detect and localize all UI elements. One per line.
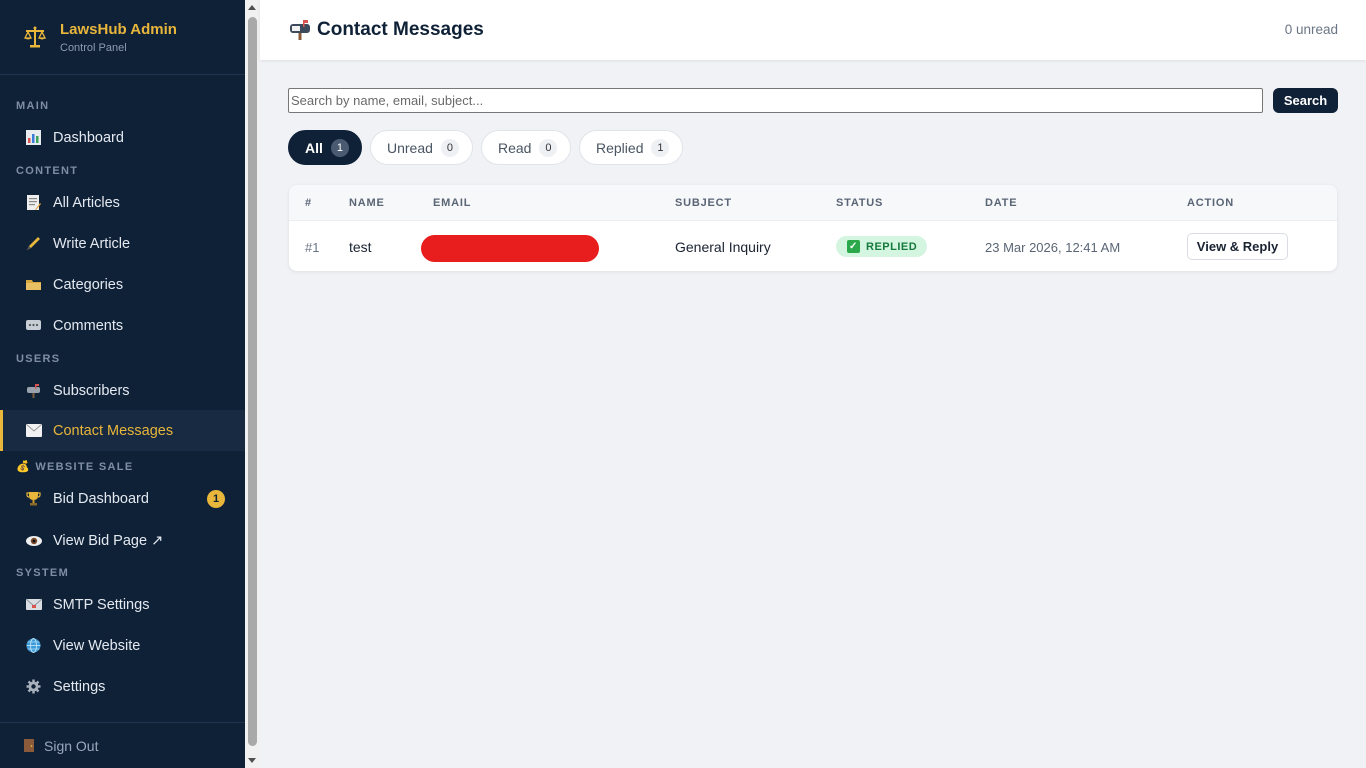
sidebar-item-contact-messages[interactable]: Contact Messages xyxy=(0,410,245,451)
filter-read[interactable]: Read 0 xyxy=(481,130,571,165)
email-icon xyxy=(25,596,42,613)
filter-count: 1 xyxy=(651,138,670,157)
sidebar-item-label: Categories xyxy=(53,276,124,293)
filter-unread[interactable]: Unread 0 xyxy=(370,130,473,165)
section-website-sale: 💰 WEBSITE SALE xyxy=(16,461,134,473)
sidebar-item-view-bid-page[interactable]: View Bid Page ↗ xyxy=(0,520,245,561)
filter-count: 1 xyxy=(330,138,349,157)
sidebar-item-comments[interactable]: Comments xyxy=(0,305,245,346)
section-system: SYSTEM xyxy=(16,567,70,579)
unread-count: 0 unread xyxy=(1284,22,1338,37)
messages-table: # NAME EMAIL SUBJECT STATUS DATE ACTION … xyxy=(289,185,1337,271)
message-date: 23 Mar 2026, 12:41 AM xyxy=(985,240,1121,255)
filter-label: All xyxy=(305,139,323,156)
search-input[interactable] xyxy=(288,88,1263,113)
scroll-down-arrow-icon[interactable] xyxy=(248,758,256,763)
sidebar-item-label: Comments xyxy=(53,317,124,334)
message-name: test xyxy=(349,239,372,255)
sign-out-link[interactable]: Sign Out xyxy=(0,722,245,768)
speech-bubble-icon xyxy=(25,317,42,334)
table-header: # NAME EMAIL SUBJECT STATUS DATE ACTION xyxy=(289,185,1337,221)
sidebar-item-write-article[interactable]: Write Article xyxy=(0,223,245,264)
page-title: Contact Messages xyxy=(289,19,484,41)
sidebar-item-all-articles[interactable]: All Articles xyxy=(0,182,245,223)
sidebar-item-subscribers[interactable]: Subscribers xyxy=(0,370,245,411)
pencil-icon xyxy=(25,235,42,252)
section-main: MAIN xyxy=(16,100,50,112)
sidebar-item-label: Write Article xyxy=(53,235,131,252)
message-subject: General Inquiry xyxy=(675,239,771,255)
status-badge: ✓ REPLIED xyxy=(836,236,928,257)
filter-replied[interactable]: Replied 1 xyxy=(579,130,683,165)
scales-logo-icon xyxy=(22,24,48,50)
status-label: REPLIED xyxy=(866,240,918,253)
sidebar-item-label: Bid Dashboard xyxy=(53,490,149,507)
sidebar-item-label: View Bid Page ↗ xyxy=(53,532,164,549)
sidebar-item-label: Settings xyxy=(53,678,106,695)
sidebar-item-label: View Website xyxy=(53,637,141,654)
sidebar: LawsHub Admin Control Panel MAIN Dashboa… xyxy=(0,0,245,768)
column-header-name: NAME xyxy=(349,197,385,209)
mailbox-icon xyxy=(25,382,42,399)
email-redaction xyxy=(421,235,599,262)
bid-count-badge: 1 xyxy=(207,489,225,508)
search-button[interactable]: Search xyxy=(1273,88,1338,113)
message-id: #1 xyxy=(305,240,320,255)
filter-label: Replied xyxy=(596,139,644,156)
brand-title: LawsHub Admin xyxy=(60,20,177,38)
sidebar-item-view-website[interactable]: View Website xyxy=(0,625,245,666)
column-header-subject: SUBJECT xyxy=(675,197,732,209)
mailbox-icon xyxy=(289,19,311,41)
filter-count: 0 xyxy=(539,138,558,157)
sidebar-scrollbar[interactable] xyxy=(245,0,260,768)
trophy-icon xyxy=(25,490,42,507)
check-mark-icon: ✓ xyxy=(847,240,860,253)
column-header-id: # xyxy=(305,197,312,209)
sidebar-item-label: SMTP Settings xyxy=(53,596,150,613)
scroll-thumb[interactable] xyxy=(248,17,257,746)
view-reply-button[interactable]: View & Reply xyxy=(1187,233,1288,260)
sidebar-item-dashboard[interactable]: Dashboard xyxy=(0,117,245,158)
sidebar-item-label: Dashboard xyxy=(53,129,124,146)
filter-all[interactable]: All 1 xyxy=(288,130,362,165)
filter-count: 0 xyxy=(440,138,459,157)
sidebar-item-label: Subscribers xyxy=(53,382,130,399)
column-header-status: STATUS xyxy=(836,197,884,209)
scroll-up-arrow-icon[interactable] xyxy=(248,5,256,10)
eye-icon xyxy=(25,532,42,549)
column-header-date: DATE xyxy=(985,197,1018,209)
folder-icon xyxy=(25,276,42,293)
envelope-icon xyxy=(25,422,42,439)
top-bar: Contact Messages 0 unread xyxy=(260,0,1366,60)
gear-icon xyxy=(25,678,42,695)
sidebar-item-label: Contact Messages xyxy=(53,422,174,439)
sidebar-item-label: All Articles xyxy=(53,194,120,211)
globe-icon xyxy=(25,637,42,654)
sidebar-item-categories[interactable]: Categories xyxy=(0,264,245,305)
section-users: USERS xyxy=(16,353,61,365)
filter-label: Read xyxy=(498,139,532,156)
column-header-email: EMAIL xyxy=(433,197,472,209)
sidebar-item-bid-dashboard[interactable]: Bid Dashboard 1 xyxy=(0,478,245,519)
sidebar-item-smtp-settings[interactable]: SMTP Settings xyxy=(0,584,245,625)
page-title-text: Contact Messages xyxy=(317,19,484,40)
bar-chart-icon xyxy=(25,129,42,146)
section-content: CONTENT xyxy=(16,165,79,177)
brand[interactable]: LawsHub Admin Control Panel xyxy=(0,0,245,75)
column-header-action: ACTION xyxy=(1187,197,1234,209)
sign-out-label: Sign Out xyxy=(44,737,99,754)
filter-label: Unread xyxy=(387,139,433,156)
memo-icon xyxy=(25,194,42,211)
sidebar-item-settings[interactable]: Settings xyxy=(0,666,245,707)
brand-subtitle: Control Panel xyxy=(60,41,127,54)
door-icon xyxy=(22,739,36,753)
